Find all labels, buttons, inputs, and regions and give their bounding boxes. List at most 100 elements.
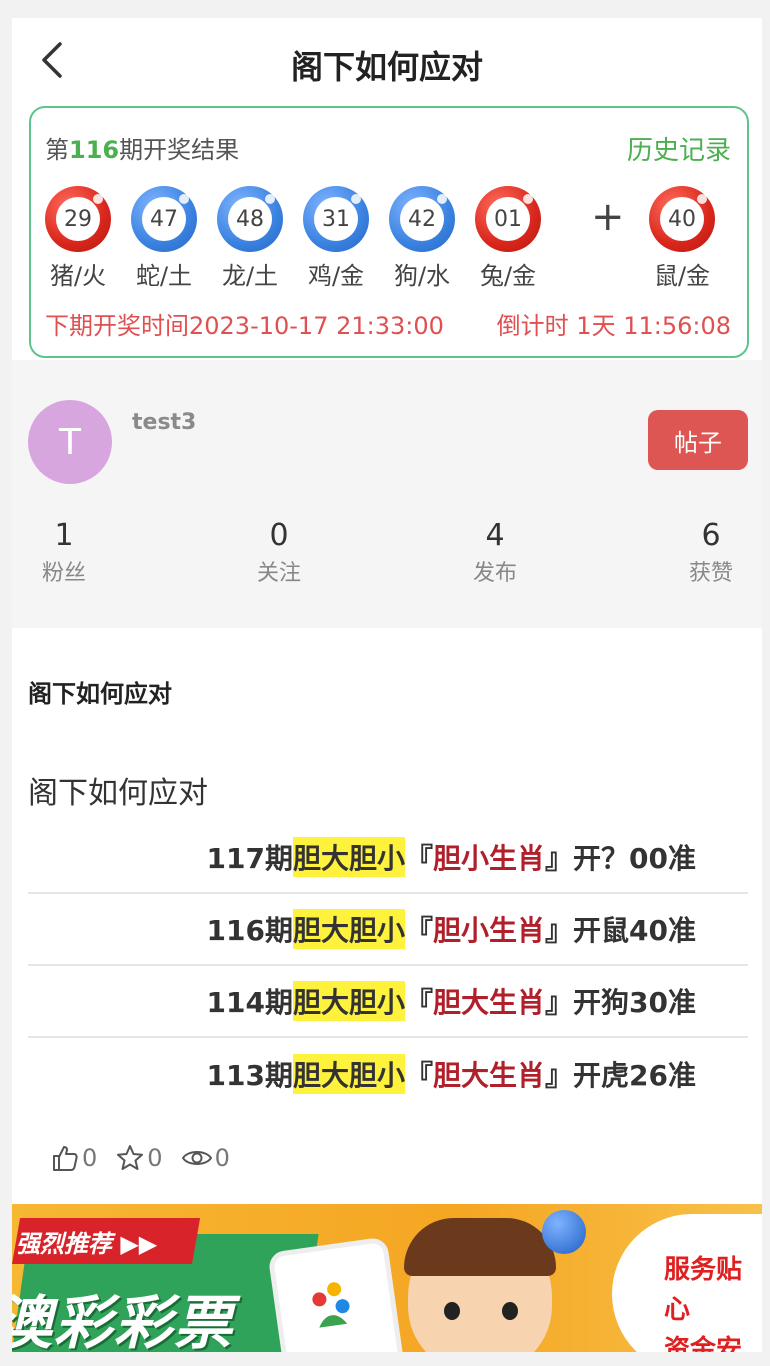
pred-tag: 胆大胆小 [292, 981, 405, 1021]
ball-number: 01 [486, 197, 530, 241]
ball-number: 31 [314, 197, 358, 241]
prediction-row: 116期 胆大胆小『胆小生肖』开鼠40准 [28, 894, 748, 966]
lottery-ball: 42 [389, 186, 455, 252]
post-body: 阁下如何应对 [28, 776, 208, 811]
lottery-ball: 31 [303, 186, 369, 252]
issue-number: 116 [69, 136, 120, 164]
lottery-ball: 29 [45, 186, 111, 252]
pred-result: 开？00准 [573, 842, 696, 875]
ball-zodiac-label: 蛇/土 [135, 262, 193, 290]
lottery-ball-icon [542, 1210, 586, 1254]
issue-title: 第116期开奖结果 [45, 130, 239, 165]
prediction-row: 114期 胆大胆小『胆大生肖』开狗30准 [28, 966, 748, 1038]
issue-prefix: 第 [45, 136, 69, 164]
pred-period: 117期 [206, 842, 293, 875]
stat-label: 粉丝 [41, 561, 86, 586]
pred-open-bracket: 『 [404, 986, 433, 1019]
author-profile: T test3 帖子 1 粉丝 0 关注 4 发布 6 获赞 [12, 360, 762, 628]
pred-open-bracket: 『 [404, 914, 433, 947]
prediction-list: 117期 胆大胆小『胆小生肖』开？00准 116期 胆大胆小『胆小生肖』开鼠40准 … [28, 822, 748, 1110]
ball-number: 29 [56, 197, 100, 241]
eye-icon [181, 1151, 212, 1165]
views-indicator: 0 [181, 1143, 230, 1173]
banner-side-line: 资金安全 [664, 1335, 743, 1352]
history-link[interactable]: 历史记录 [627, 130, 731, 167]
posts-button[interactable]: 帖子 [648, 410, 748, 470]
pred-tag: 胆大胆小 [292, 1054, 405, 1094]
pred-pick: 胆大生肖 [433, 1059, 546, 1092]
stat-value: 0 [269, 518, 289, 553]
ball-item: 48 龙/土 [215, 186, 285, 291]
stat-fans[interactable]: 1 粉丝 [12, 518, 124, 587]
stat-following[interactable]: 0 关注 [219, 518, 339, 587]
favorite-button[interactable]: 0 [115, 1143, 163, 1173]
ball-zodiac-label: 鸡/金 [307, 262, 365, 290]
ball-number: 47 [142, 197, 186, 241]
pred-tag: 胆大胆小 [292, 909, 405, 949]
pred-period: 113期 [206, 1059, 293, 1092]
top-bar: 阁下如何应对 [12, 18, 762, 104]
mascot-eye [502, 1302, 518, 1320]
ball-item: 42 狗/水 [387, 186, 457, 291]
lottery-result-card: 第116期开奖结果 历史记录 29 猪/火 47 蛇/土 48 龙/土 31 鸡… [29, 106, 749, 358]
pred-period: 114期 [206, 986, 293, 1019]
mascot-hair [404, 1218, 556, 1276]
pred-period: 116期 [206, 914, 293, 947]
ball-number: 42 [400, 197, 444, 241]
special-ball: 40 [649, 186, 715, 252]
pred-close-bracket: 』 [545, 914, 574, 947]
banner-side-line: 服务贴心 [664, 1255, 743, 1325]
ball-number: 48 [228, 197, 272, 241]
mascot-eye [444, 1302, 460, 1320]
stat-value: 1 [54, 518, 74, 553]
banner-side-text: 服务贴心 资金安全 [664, 1250, 762, 1352]
stat-posts[interactable]: 4 发布 [435, 518, 555, 587]
lottery-ball: 47 [131, 186, 197, 252]
stat-label: 发布 [472, 561, 517, 586]
phone-illustration [267, 1236, 409, 1352]
post-detail-page: 阁下如何应对 第116期开奖结果 历史记录 29 猪/火 47 蛇/土 48 龙… [12, 18, 762, 1352]
stat-likes-received[interactable]: 6 获赞 [651, 518, 762, 587]
post-heading: 阁下如何应对 [28, 680, 172, 708]
page-title: 阁下如何应对 [290, 48, 483, 86]
clover-logo-icon [312, 1282, 350, 1328]
pred-close-bracket: 』 [545, 842, 574, 875]
stat-value: 4 [485, 518, 505, 553]
thumbs-up-icon [53, 1146, 78, 1171]
like-button[interactable]: 0 [50, 1143, 97, 1173]
pred-result: 开狗30准 [573, 986, 696, 1019]
ad-banner[interactable]: 强烈推荐 ▶▶ 澳彩彩票 服务贴心 资金安全 [12, 1204, 762, 1352]
ball-item: 01 兔/金 [473, 186, 543, 291]
pred-close-bracket: 』 [545, 1059, 574, 1092]
pred-result: 开鼠40准 [573, 914, 696, 947]
pred-pick: 胆小生肖 [433, 842, 546, 875]
stat-label: 获赞 [688, 561, 733, 586]
prediction-row: 113期 胆大胆小『胆大生肖』开虎26准 [28, 1038, 748, 1110]
pred-open-bracket: 『 [404, 1059, 433, 1092]
username[interactable]: test3 [132, 410, 196, 435]
ball-zodiac-label: 龙/土 [221, 262, 279, 290]
banner-brand-text: 澳彩彩票 [12, 1289, 235, 1352]
issue-suffix: 期开奖结果 [119, 136, 240, 164]
ball-zodiac-label: 鼠/金 [653, 262, 711, 290]
pred-tag: 胆大胆小 [292, 837, 405, 877]
ball-item: 31 鸡/金 [301, 186, 371, 291]
lottery-ball: 48 [217, 186, 283, 252]
ball-zodiac-label: 猪/火 [49, 262, 107, 290]
stat-value: 6 [701, 518, 721, 553]
lottery-balls: 29 猪/火 47 蛇/土 48 龙/土 31 鸡/金 42 狗/水 01 兔/… [31, 186, 751, 296]
ball-number: 40 [660, 197, 704, 241]
avatar[interactable]: T [28, 400, 112, 484]
pred-close-bracket: 』 [545, 986, 574, 1019]
stat-label: 关注 [256, 561, 301, 586]
ball-item: 47 蛇/土 [129, 186, 199, 291]
post-actions: 0 0 0 [50, 1138, 248, 1178]
countdown: 倒计时 1天 11:56:08 [496, 312, 731, 340]
ball-zodiac-label: 兔/金 [479, 262, 537, 290]
special-ball-item: 40 鼠/金 [647, 186, 717, 291]
view-count: 0 [214, 1144, 230, 1172]
pred-pick: 胆小生肖 [433, 914, 546, 947]
star-icon [117, 1145, 144, 1170]
plus-sign: + [591, 194, 625, 240]
ball-item: 29 猪/火 [43, 186, 113, 291]
